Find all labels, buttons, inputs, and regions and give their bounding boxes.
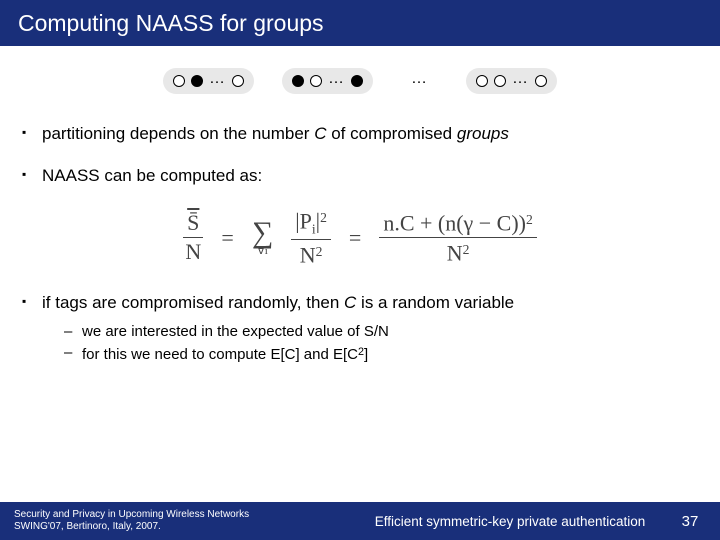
slide-content: partitioning depends on the number C of … bbox=[0, 124, 720, 540]
bullet-list-2: if tags are compromised randomly, then C… bbox=[18, 293, 702, 363]
tag-open-icon bbox=[535, 75, 547, 87]
group-1: … bbox=[163, 68, 254, 94]
frac-sn: S̄ N bbox=[183, 211, 203, 264]
n: N bbox=[185, 238, 201, 264]
ellipsis-icon: … bbox=[411, 71, 428, 87]
ellipsis-icon: … bbox=[328, 71, 345, 87]
equals: = bbox=[221, 225, 233, 251]
sum-icon: ∑ ∀i bbox=[252, 219, 273, 257]
sub-expected: we are interested in the expected value … bbox=[42, 323, 702, 340]
text: for this we need to compute E[C] and E[C bbox=[82, 346, 358, 363]
bullet-computed: NAASS can be computed as: bbox=[18, 166, 702, 186]
page-number: 37 bbox=[660, 513, 720, 530]
footer-line1: Security and Privacy in Upcoming Wireles… bbox=[14, 509, 360, 522]
text: if tags are compromised randomly, then bbox=[42, 293, 344, 312]
tag-open-icon bbox=[310, 75, 322, 87]
text: partitioning depends on the number bbox=[42, 124, 314, 143]
tag-open-icon bbox=[476, 75, 488, 87]
frac-rhs: n.C + (n(γ − C))2 N2 bbox=[379, 210, 537, 266]
sub-compute: for this we need to compute E[C] and E[C… bbox=[42, 344, 702, 363]
n: N bbox=[300, 242, 316, 267]
slide-title: Computing NAASS for groups bbox=[18, 10, 324, 37]
slide: Computing NAASS for groups … … … … part bbox=[0, 0, 720, 540]
text: is a random variable bbox=[356, 293, 514, 312]
sub-list: we are interested in the expected value … bbox=[42, 323, 702, 363]
text: ] bbox=[364, 346, 368, 363]
exp-2: 2 bbox=[526, 212, 533, 227]
n: N bbox=[447, 240, 463, 265]
bullet-partitioning: partitioning depends on the number C of … bbox=[18, 124, 702, 144]
frac-pi: |Pi|2 N2 bbox=[291, 208, 331, 267]
equals: = bbox=[349, 225, 361, 251]
exp-2: 2 bbox=[358, 346, 364, 358]
tag-open-icon bbox=[494, 75, 506, 87]
var-groups: groups bbox=[457, 124, 509, 143]
bullet-random: if tags are compromised randomly, then C… bbox=[18, 293, 702, 363]
tag-open-icon bbox=[173, 75, 185, 87]
group-n: … bbox=[466, 68, 557, 94]
bullet-list: partitioning depends on the number C of … bbox=[18, 124, 702, 186]
ellipsis-icon: … bbox=[512, 71, 529, 87]
var-c: C bbox=[314, 124, 326, 143]
tag-open-icon bbox=[232, 75, 244, 87]
formula: S̄ N = ∑ ∀i |Pi|2 N2 = n.C + (n(γ − C))2… bbox=[18, 208, 702, 267]
footer-bar: Security and Privacy in Upcoming Wireles… bbox=[0, 502, 720, 540]
exp-2: 2 bbox=[463, 242, 470, 257]
var-c: C bbox=[344, 293, 356, 312]
rhs-num: n.C + (n(γ − C)) bbox=[383, 210, 526, 235]
exp-2: 2 bbox=[320, 210, 327, 225]
title-bar: Computing NAASS for groups bbox=[0, 0, 720, 46]
tag-compromised-icon bbox=[191, 75, 203, 87]
footer-line2: SWING'07, Bertinoro, Italy, 2007. bbox=[14, 521, 360, 534]
footer-left: Security and Privacy in Upcoming Wireles… bbox=[0, 509, 360, 534]
sum-bottom: ∀i bbox=[257, 246, 268, 257]
tag-compromised-icon bbox=[292, 75, 304, 87]
s-bar: S̄ bbox=[187, 210, 199, 235]
tag-compromised-icon bbox=[351, 75, 363, 87]
footer-center: Efficient symmetric-key private authenti… bbox=[360, 514, 660, 529]
exp-2: 2 bbox=[316, 244, 323, 259]
ellipsis-icon: … bbox=[209, 71, 226, 87]
text: |P bbox=[295, 208, 312, 233]
group-ellipsis: … bbox=[401, 68, 438, 94]
text: of compromised bbox=[326, 124, 456, 143]
group-2: … bbox=[282, 68, 373, 94]
groups-diagram: … … … … bbox=[0, 68, 720, 94]
